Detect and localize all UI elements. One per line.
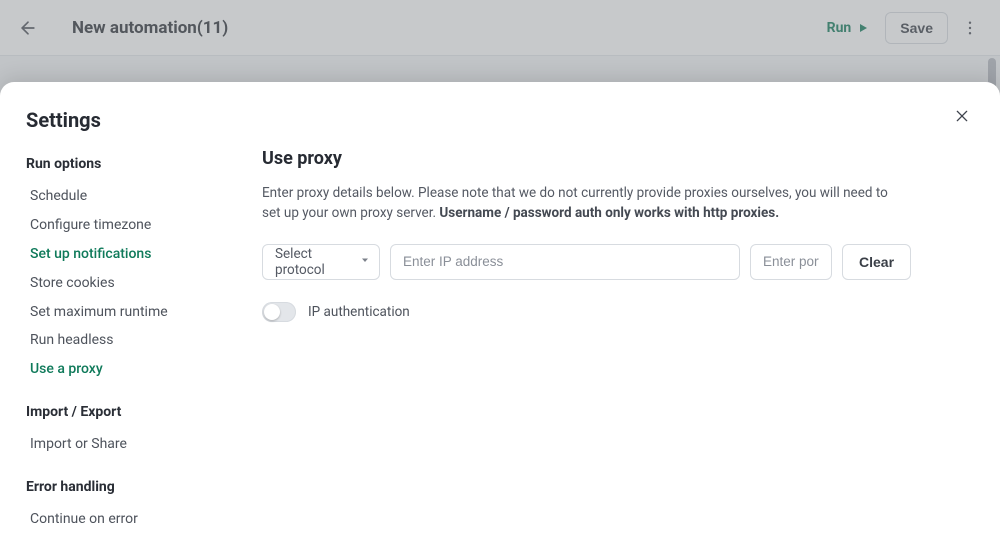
nav-set-up-notifications[interactable]: Set up notifications [26,240,254,269]
content-title: Use proxy [262,148,974,169]
proxy-input-row: Select protocol Clear [262,244,974,280]
protocol-select[interactable]: Select protocol [262,244,380,280]
close-icon [954,108,970,124]
nav-run-options: Schedule Configure timezone Set up notif… [26,182,254,384]
content-description: Enter proxy details below. Please note t… [262,183,902,224]
close-button[interactable] [950,104,974,128]
nav-continue-on-error[interactable]: Continue on error [26,505,254,534]
section-run-options: Run options [26,156,254,172]
nav-set-maximum-runtime[interactable]: Set maximum runtime [26,298,254,327]
nav-import-export: Import or Share [26,430,254,459]
chevron-down-icon [359,254,371,270]
settings-title: Settings [26,108,254,132]
description-bold: Username / password auth only works with… [439,205,779,221]
ip-auth-label: IP authentication [308,304,410,320]
nav-interact-with-iframes[interactable]: Interact with iframes [26,534,254,541]
ip-address-input[interactable] [390,244,740,280]
port-input[interactable] [750,244,832,280]
clear-button[interactable]: Clear [842,244,911,280]
settings-sidebar: Settings Run options Schedule Configure … [26,108,262,541]
nav-run-headless[interactable]: Run headless [26,326,254,355]
protocol-select-label: Select protocol [275,246,349,278]
nav-import-or-share[interactable]: Import or Share [26,430,254,459]
section-error-handling: Error handling [26,479,254,495]
nav-schedule[interactable]: Schedule [26,182,254,211]
settings-content: Use proxy Enter proxy details below. Ple… [262,108,974,541]
ip-auth-row: IP authentication [262,302,974,322]
nav-store-cookies[interactable]: Store cookies [26,269,254,298]
nav-use-a-proxy[interactable]: Use a proxy [26,355,254,384]
nav-configure-timezone[interactable]: Configure timezone [26,211,254,240]
section-import-export: Import / Export [26,404,254,420]
ip-auth-toggle[interactable] [262,302,296,322]
settings-panel: Settings Run options Schedule Configure … [0,82,1000,541]
nav-error-handling: Continue on error Interact with iframes … [26,505,254,541]
